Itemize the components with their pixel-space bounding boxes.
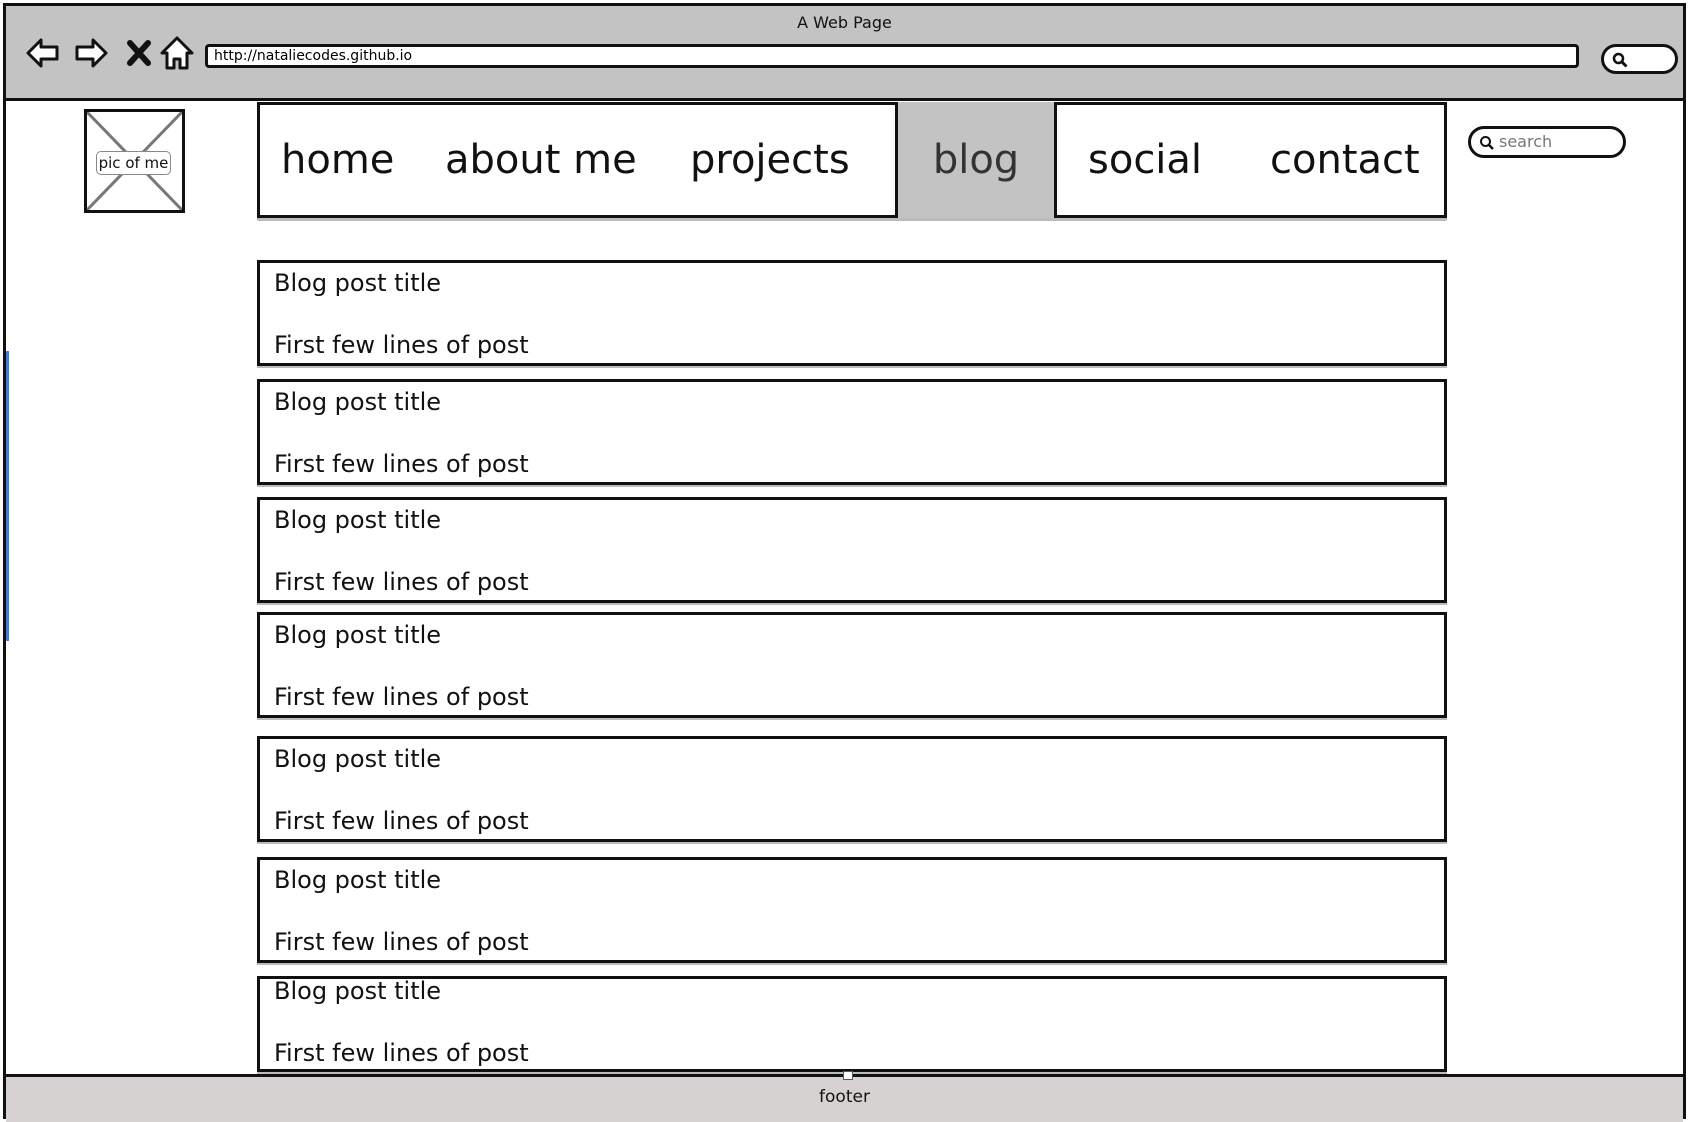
- blog-post-card[interactable]: Blog post title First few lines of post: [257, 260, 1447, 366]
- nav-item-about-me[interactable]: about me: [445, 105, 637, 215]
- search-icon: [1612, 52, 1628, 68]
- search-icon: [1480, 136, 1494, 150]
- browser-window: A Web Page http://nataliecodes.github.io…: [3, 3, 1686, 1122]
- forward-arrow-icon[interactable]: [70, 33, 112, 73]
- post-excerpt: First few lines of post: [274, 450, 529, 478]
- post-title[interactable]: Blog post title: [274, 866, 441, 894]
- window-title: A Web Page: [797, 13, 892, 32]
- nav-item-contact[interactable]: contact: [1270, 105, 1420, 215]
- blog-post-card[interactable]: Blog post title First few lines of post: [257, 976, 1447, 1072]
- page-footer: footer: [6, 1074, 1683, 1122]
- search-placeholder: search: [1499, 132, 1553, 151]
- post-title[interactable]: Blog post title: [274, 506, 441, 534]
- blog-post-card[interactable]: Blog post title First few lines of post: [257, 857, 1447, 963]
- post-title[interactable]: Blog post title: [274, 388, 441, 416]
- site-search-input[interactable]: search: [1468, 126, 1626, 158]
- main-navigation: home about me projects blog social conta…: [257, 102, 1447, 218]
- profile-image-placeholder: pic of me: [84, 109, 185, 213]
- post-title[interactable]: Blog post title: [274, 269, 441, 297]
- close-x-icon[interactable]: [118, 33, 160, 73]
- blog-post-card[interactable]: Blog post title First few lines of post: [257, 497, 1447, 603]
- url-bar[interactable]: http://nataliecodes.github.io: [205, 44, 1579, 68]
- post-excerpt: First few lines of post: [274, 1039, 529, 1067]
- browser-search-button[interactable]: [1601, 44, 1678, 74]
- back-arrow-icon[interactable]: [22, 33, 64, 73]
- footer-label: footer: [819, 1087, 870, 1107]
- blog-post-card[interactable]: Blog post title First few lines of post: [257, 736, 1447, 842]
- browser-chrome: A Web Page http://nataliecodes.github.io: [6, 6, 1683, 101]
- resize-handle[interactable]: [843, 1071, 853, 1080]
- profile-image-label: pic of me: [97, 152, 170, 174]
- nav-item-blog[interactable]: blog: [895, 102, 1057, 218]
- blog-post-card[interactable]: Blog post title First few lines of post: [257, 379, 1447, 485]
- blog-post-card[interactable]: Blog post title First few lines of post: [257, 612, 1447, 718]
- post-title[interactable]: Blog post title: [274, 745, 441, 773]
- post-excerpt: First few lines of post: [274, 928, 529, 956]
- post-excerpt: First few lines of post: [274, 331, 529, 359]
- post-title[interactable]: Blog post title: [274, 977, 441, 1005]
- nav-item-projects[interactable]: projects: [690, 105, 850, 215]
- home-icon[interactable]: [156, 33, 198, 73]
- post-excerpt: First few lines of post: [274, 807, 529, 835]
- scroll-indicator: [6, 351, 9, 641]
- nav-item-home[interactable]: home: [281, 105, 394, 215]
- post-excerpt: First few lines of post: [274, 568, 529, 596]
- nav-item-social[interactable]: social: [1088, 105, 1202, 215]
- post-title[interactable]: Blog post title: [274, 621, 441, 649]
- post-excerpt: First few lines of post: [274, 683, 529, 711]
